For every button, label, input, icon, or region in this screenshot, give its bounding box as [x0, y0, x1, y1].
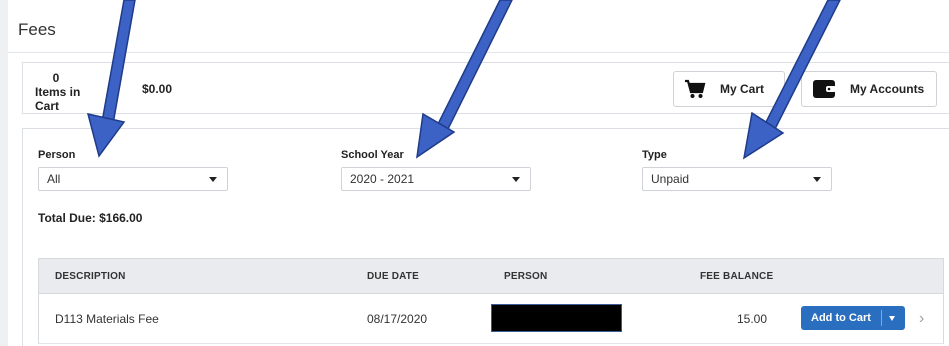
- school-year-select-value: 2020 - 2021: [350, 172, 415, 186]
- column-header-person: PERSON: [504, 271, 548, 282]
- title-divider: [8, 52, 949, 53]
- person-label: Person: [38, 149, 76, 161]
- column-header-fee-balance: FEE BALANCE: [700, 271, 774, 282]
- page-title: Fees: [18, 20, 56, 39]
- table-row[interactable]: D113 Materials Fee 08/17/2020 15.00 Add …: [38, 294, 944, 344]
- total-due: Total Due: $166.00: [38, 211, 143, 225]
- cart-item-count: 0 Items in Cart: [35, 71, 95, 113]
- left-gutter: [0, 0, 8, 346]
- chevron-down-icon: [512, 177, 520, 182]
- chevron-down-icon: [209, 177, 217, 182]
- chevron-right-icon[interactable]: ›: [919, 310, 924, 328]
- add-to-cart-label: Add to Cart: [811, 312, 871, 324]
- type-select[interactable]: Unpaid: [642, 167, 832, 191]
- type-select-value: Unpaid: [651, 172, 690, 186]
- school-year-select[interactable]: 2020 - 2021: [341, 167, 531, 191]
- fees-panel: Person All School Year 2020 - 2021 Type …: [22, 128, 949, 346]
- person-select[interactable]: All: [38, 167, 228, 191]
- cart-summary-bar: 0 Items in Cart $0.00 My Cart My Account…: [22, 62, 949, 114]
- cart-total: $0.00: [142, 82, 173, 96]
- school-year-label: School Year: [341, 149, 404, 161]
- fee-due-date: 08/17/2020: [367, 312, 428, 326]
- type-label: Type: [642, 149, 667, 161]
- split-divider: [881, 310, 882, 326]
- my-accounts-button[interactable]: My Accounts: [801, 71, 937, 107]
- my-cart-label: My Cart: [720, 82, 765, 96]
- chevron-down-icon[interactable]: [889, 315, 895, 321]
- fee-balance: 15.00: [737, 312, 768, 326]
- redacted-person: [491, 304, 622, 332]
- my-cart-button[interactable]: My Cart: [673, 71, 785, 107]
- my-accounts-label: My Accounts: [850, 82, 925, 96]
- cart-count-label: Items in Cart: [35, 85, 81, 113]
- fee-description: D113 Materials Fee: [55, 312, 159, 326]
- shopping-cart-icon: [684, 79, 706, 99]
- person-select-value: All: [47, 172, 61, 186]
- wallet-icon: [812, 79, 836, 99]
- column-header-due-date: DUE DATE: [367, 271, 419, 282]
- chevron-down-icon: [813, 177, 821, 182]
- fees-table-header: DESCRIPTION DUE DATE PERSON FEE BALANCE: [38, 258, 944, 294]
- column-header-description: DESCRIPTION: [55, 271, 126, 282]
- add-to-cart-button[interactable]: Add to Cart: [801, 306, 905, 330]
- cart-count-number: 0: [52, 71, 60, 85]
